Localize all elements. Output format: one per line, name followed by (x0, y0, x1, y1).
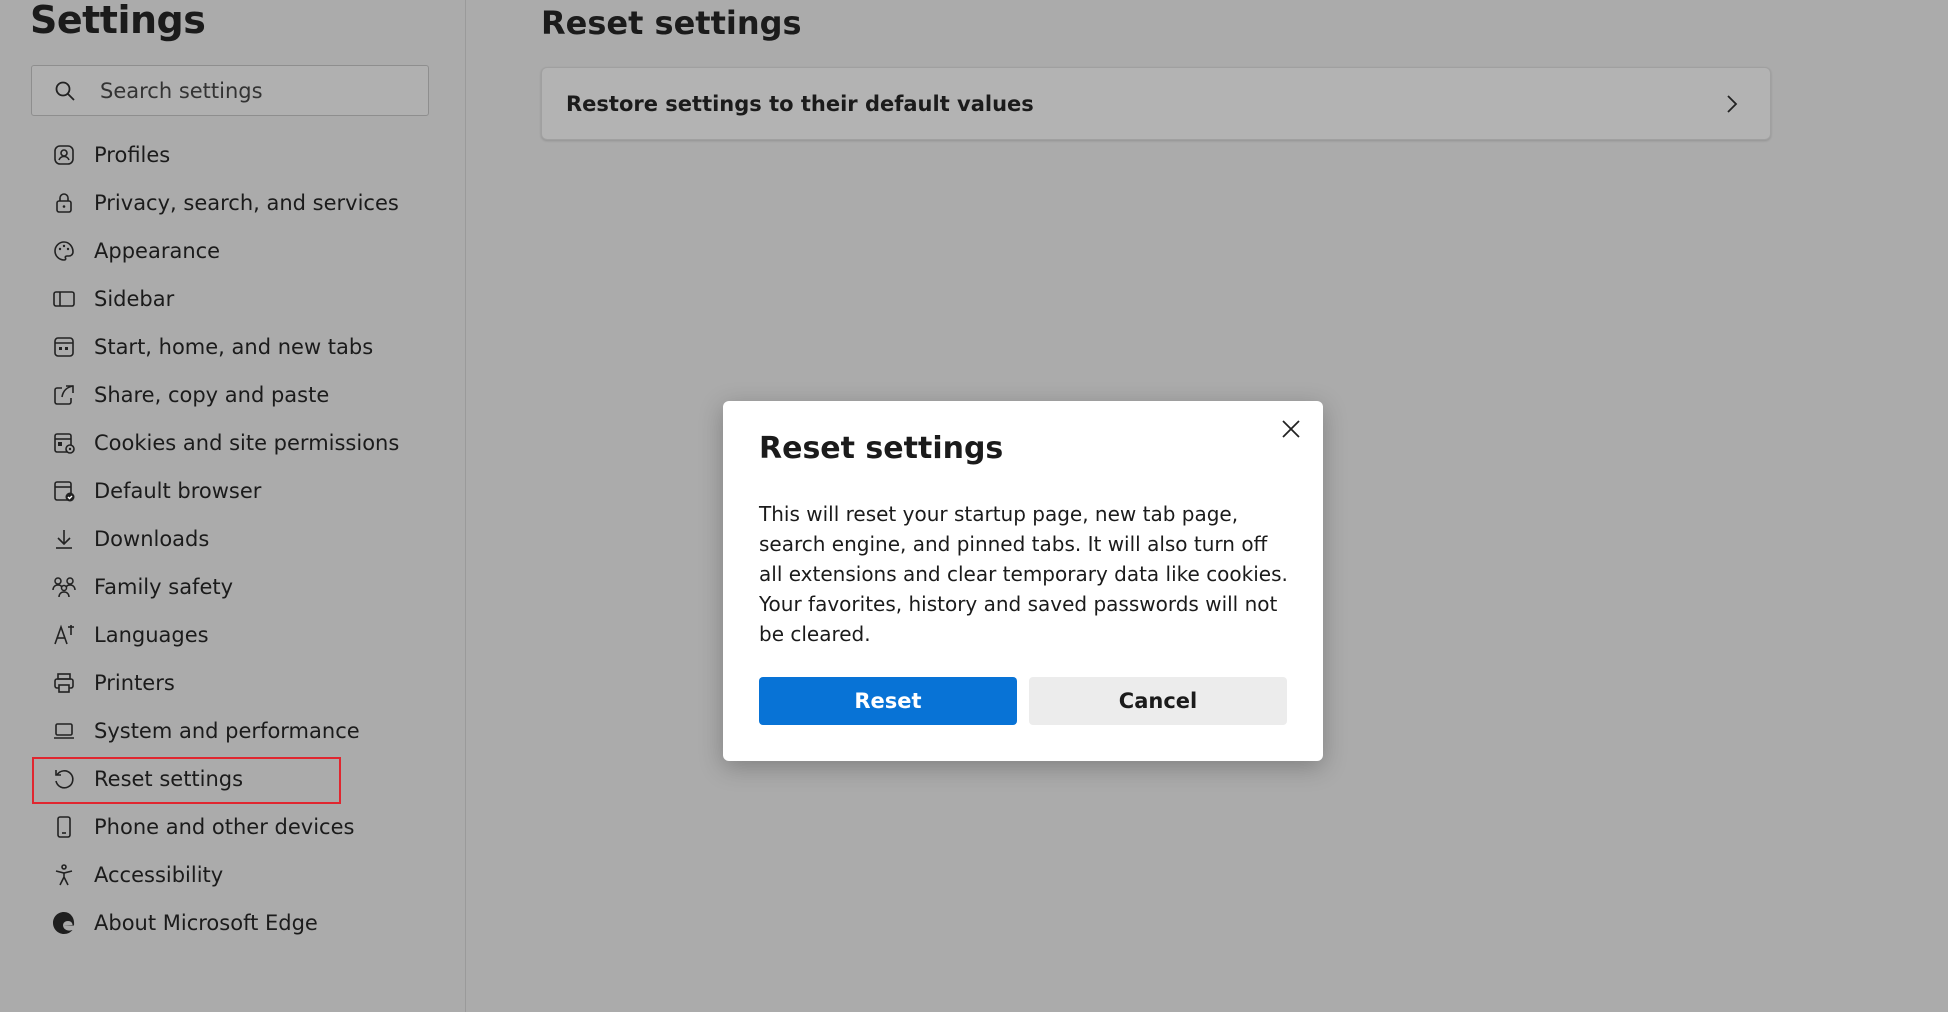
reset-button[interactable]: Reset (759, 677, 1017, 725)
settings-nav: Profiles Privacy, search, and services A… (32, 131, 452, 947)
sidebar-item-about[interactable]: About Microsoft Edge (32, 899, 452, 947)
edge-logo-icon (48, 907, 80, 939)
profile-icon (48, 139, 80, 171)
sidebar-item-default-browser[interactable]: Default browser (32, 467, 452, 515)
reset-icon (48, 763, 80, 795)
sidebar-item-start-home[interactable]: Start, home, and new tabs (32, 323, 452, 371)
sidebar-item-label: Appearance (94, 239, 221, 263)
close-icon[interactable] (1277, 415, 1305, 443)
settings-title: Settings (30, 0, 206, 42)
home-grid-icon (48, 331, 80, 363)
accessibility-icon (48, 859, 80, 891)
browser-icon (48, 475, 80, 507)
sidebar-item-label: Downloads (94, 527, 210, 551)
lock-icon (48, 187, 80, 219)
sidebar-item-downloads[interactable]: Downloads (32, 515, 452, 563)
restore-defaults-label: Restore settings to their default values (566, 91, 1034, 116)
sidebar-item-sidebar[interactable]: Sidebar (32, 275, 452, 323)
sidebar-item-cookies[interactable]: Cookies and site permissions (32, 419, 452, 467)
sidebar-item-label: Cookies and site permissions (94, 431, 400, 455)
sidebar-item-label: Reset settings (94, 767, 244, 791)
dialog-body: This will reset your startup page, new t… (759, 502, 1288, 646)
printer-icon (48, 667, 80, 699)
share-icon (48, 379, 80, 411)
sidebar-item-label: Share, copy and paste (94, 383, 330, 407)
palette-icon (48, 235, 80, 267)
dialog-title: Reset settings (759, 431, 1004, 466)
sidebar-icon (48, 283, 80, 315)
search-icon (50, 76, 80, 106)
sidebar-item-profiles[interactable]: Profiles (32, 131, 452, 179)
sidebar-item-label: Languages (94, 623, 209, 647)
sidebar-item-accessibility[interactable]: Accessibility (32, 851, 452, 899)
sidebar-item-label: Start, home, and new tabs (94, 335, 374, 359)
search-placeholder: Search settings (100, 78, 263, 103)
sidebar-item-share[interactable]: Share, copy and paste (32, 371, 452, 419)
sidebar-item-label: Family safety (94, 575, 234, 599)
settings-sidebar: Settings Search settings Profiles Privac… (0, 0, 466, 1012)
sidebar-item-system[interactable]: System and performance (32, 707, 452, 755)
cancel-button[interactable]: Cancel (1029, 677, 1287, 725)
sidebar-item-label: Default browser (94, 479, 262, 503)
family-icon (48, 571, 80, 603)
sidebar-item-printers[interactable]: Printers (32, 659, 452, 707)
language-icon (48, 619, 80, 651)
sidebar-item-appearance[interactable]: Appearance (32, 227, 452, 275)
sidebar-item-label: Printers (94, 671, 175, 695)
laptop-icon (48, 715, 80, 747)
sidebar-item-languages[interactable]: Languages (32, 611, 452, 659)
restore-defaults-card[interactable]: Restore settings to their default values (541, 67, 1771, 140)
reset-settings-dialog: Reset settings This will reset your star… (723, 401, 1323, 761)
search-input[interactable]: Search settings (31, 65, 429, 116)
chevron-right-icon (1722, 92, 1742, 116)
sidebar-item-label: Privacy, search, and services (94, 191, 399, 215)
sidebar-item-family-safety[interactable]: Family safety (32, 563, 452, 611)
sidebar-item-label: Accessibility (94, 863, 224, 887)
sidebar-item-reset-settings[interactable]: Reset settings (32, 755, 452, 804)
sidebar-item-label: Phone and other devices (94, 815, 355, 839)
phone-icon (48, 811, 80, 843)
download-icon (48, 523, 80, 555)
sidebar-item-label: System and performance (94, 719, 360, 743)
sidebar-item-label: About Microsoft Edge (94, 911, 318, 935)
sidebar-item-label: Sidebar (94, 287, 175, 311)
sidebar-item-label: Profiles (94, 143, 171, 167)
sidebar-item-phone[interactable]: Phone and other devices (32, 803, 452, 851)
page-title: Reset settings (541, 4, 802, 42)
cookie-icon (48, 427, 80, 459)
sidebar-item-privacy[interactable]: Privacy, search, and services (32, 179, 452, 227)
